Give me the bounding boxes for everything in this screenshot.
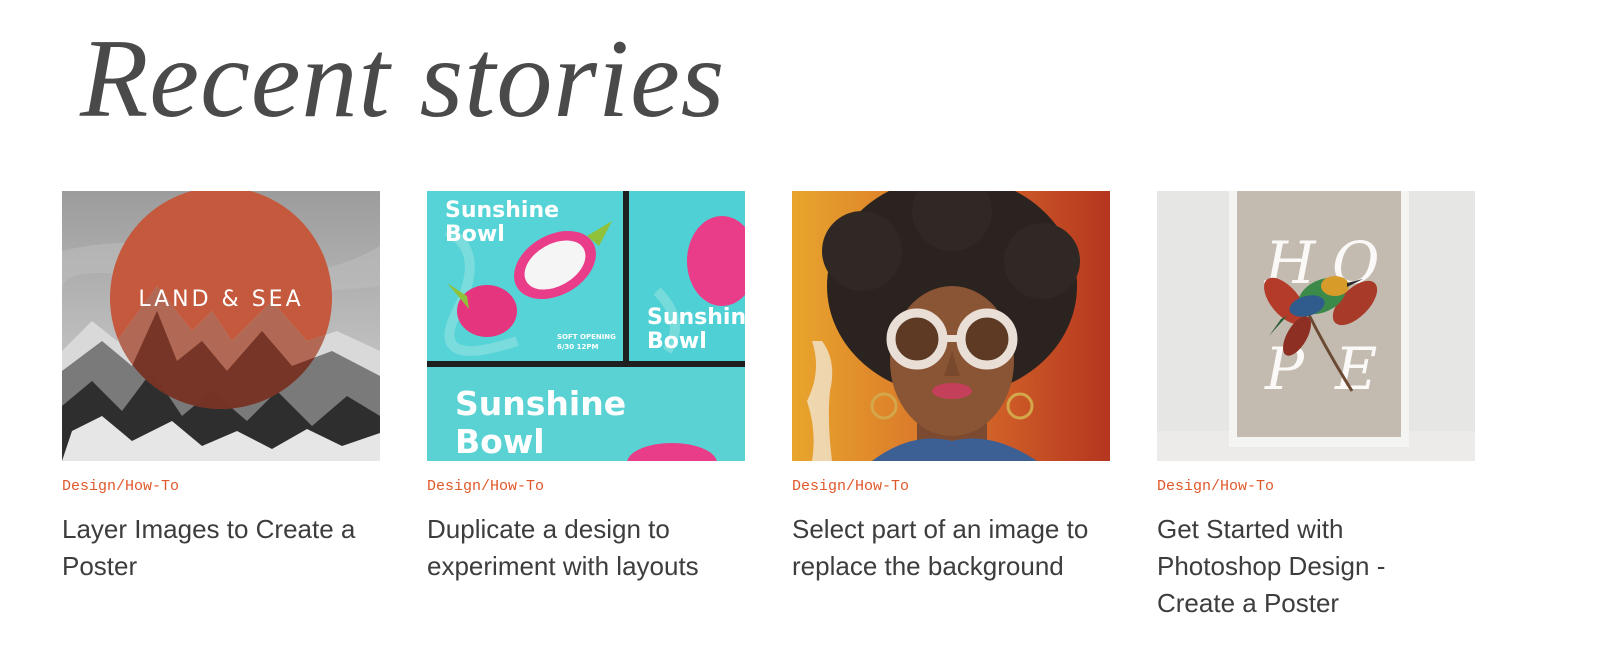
- story-card[interactable]: H O P E Design/How-To Get Started with P…: [1157, 191, 1475, 622]
- story-title[interactable]: Duplicate a design to experiment with la…: [427, 511, 727, 585]
- sunshine-bowl-layouts-image[interactable]: Sunshine Bowl SOFT OPENING 6/30 12PM Sun…: [427, 191, 745, 461]
- portrait-woman-sunglasses-image[interactable]: [792, 191, 1110, 461]
- story-title[interactable]: Layer Images to Create a Poster: [62, 511, 362, 585]
- story-title[interactable]: Get Started with Photoshop Design - Crea…: [1157, 511, 1457, 622]
- section-title: Recent stories: [80, 17, 726, 141]
- story-card[interactable]: LAND & SEA Design/How-To Layer Images to…: [62, 191, 380, 585]
- story-category[interactable]: Design/How-To: [792, 477, 1110, 497]
- soft-opening-text: SOFT OPENING: [557, 333, 616, 341]
- hope-bird-poster-image[interactable]: H O P E: [1157, 191, 1475, 461]
- story-card[interactable]: Sunshine Bowl SOFT OPENING 6/30 12PM Sun…: [427, 191, 745, 585]
- land-and-sea-poster-image[interactable]: LAND & SEA: [62, 191, 380, 461]
- story-category[interactable]: Design/How-To: [427, 477, 745, 497]
- hope-letter-e: E: [1334, 335, 1377, 403]
- story-category[interactable]: Design/How-To: [1157, 477, 1475, 497]
- opening-date-text: 6/30 12PM: [557, 343, 598, 351]
- story-card[interactable]: Design/How-To Select part of an image to…: [792, 191, 1110, 585]
- story-category[interactable]: Design/How-To: [62, 477, 380, 497]
- story-title[interactable]: Select part of an image to replace the b…: [792, 511, 1092, 585]
- stories-grid: LAND & SEA Design/How-To Layer Images to…: [62, 191, 1502, 631]
- poster-overlay-text: LAND & SEA: [138, 287, 303, 312]
